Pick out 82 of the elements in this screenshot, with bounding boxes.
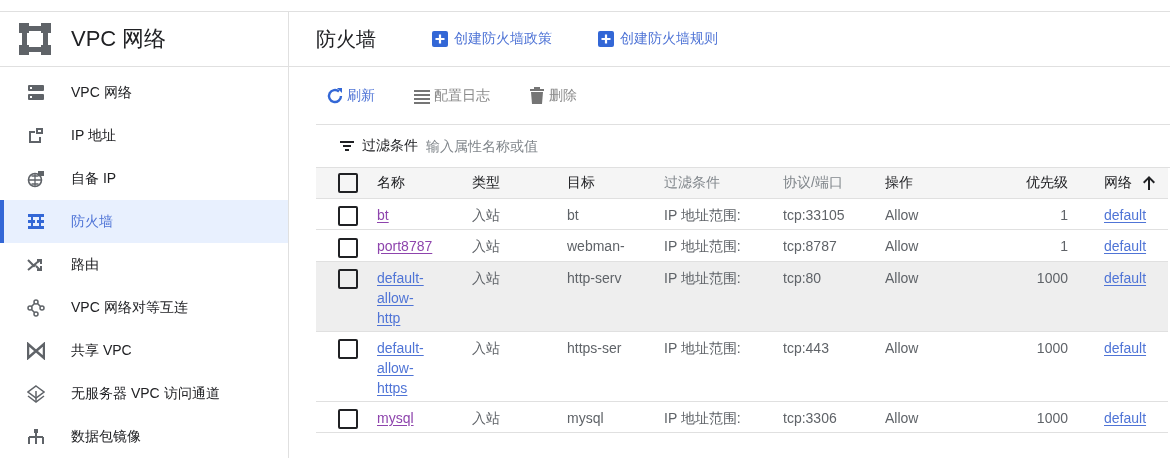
sidebar-item[interactable]: 共享 VPC	[0, 329, 288, 372]
table-cell: 1000	[980, 261, 1090, 332]
sidebar-item[interactable]: 数据包镜像	[0, 415, 288, 458]
network-link[interactable]: default	[1104, 337, 1162, 358]
trash-icon	[528, 87, 546, 105]
create-button[interactable]: 创建防火墙政策	[432, 30, 552, 48]
refresh-button[interactable]: 刷新	[326, 87, 375, 105]
column-header[interactable]: 网络	[1090, 168, 1168, 199]
table-cell: 入站	[472, 229, 567, 262]
table-cell: Allow	[885, 331, 980, 402]
rule-name-link[interactable]: port8787	[377, 236, 435, 257]
table-cell: tcp:33105	[783, 198, 885, 230]
table-cell: IP 地址范围:	[664, 331, 783, 402]
column-header: 操作	[885, 168, 980, 199]
rule-name-link[interactable]: default-allow-https	[377, 337, 435, 398]
column-header: 优先级	[980, 168, 1090, 199]
table-cell: bt	[567, 198, 664, 230]
table-cell: tcp:80	[783, 261, 885, 332]
plus-square-icon	[598, 31, 614, 47]
table-cell: 1000	[980, 331, 1090, 402]
layered-diamond-icon	[27, 384, 45, 403]
lines-icon	[413, 87, 431, 105]
network-link[interactable]: default	[1104, 407, 1162, 428]
table-cell: tcp:8787	[783, 229, 885, 262]
server-stack-icon	[27, 83, 45, 102]
bowtie-icon	[27, 341, 45, 360]
table-cell: http-serv	[567, 261, 664, 332]
create-button[interactable]: 创建防火墙规则	[598, 30, 718, 48]
select-all-checkbox[interactable]	[338, 173, 358, 193]
column-header: 协议/端口	[783, 168, 885, 199]
table-cell: https-ser	[567, 331, 664, 402]
globe-icon	[27, 169, 45, 188]
table-cell: 入站	[472, 331, 567, 402]
rule-name-link[interactable]: mysql	[377, 407, 435, 428]
table-cell: 入站	[472, 261, 567, 332]
sidebar-item[interactable]: 防火墙	[0, 200, 288, 243]
rule-name-link[interactable]: bt	[377, 205, 435, 225]
column-header: 目标	[567, 168, 664, 199]
table-cell: webman-	[567, 229, 664, 262]
table-cell: tcp:3306	[783, 401, 885, 433]
table-cell: Allow	[885, 198, 980, 230]
table-cell: 入站	[472, 401, 567, 433]
filter-field[interactable]: 输入属性名称或值	[426, 138, 726, 154]
ip-address-icon	[27, 126, 45, 145]
sidebar-item[interactable]: IP 地址	[0, 114, 288, 157]
network-link[interactable]: default	[1104, 236, 1162, 257]
table-cell: 1	[980, 229, 1090, 262]
sidebar-item[interactable]: 路由	[0, 243, 288, 286]
sidebar-item[interactable]: 无服务器 VPC 访问通道	[0, 372, 288, 415]
column-header: 类型	[472, 168, 567, 199]
connected-nodes-icon	[27, 298, 45, 317]
row-checkbox[interactable]	[338, 237, 358, 258]
table-cell: 1	[980, 198, 1090, 230]
sidebar-item[interactable]: 自备 IP	[0, 157, 288, 200]
row-checkbox[interactable]	[338, 206, 358, 227]
table-cell: tcp:443	[783, 331, 885, 402]
table-cell: Allow	[885, 401, 980, 433]
table-cell: 1000	[980, 401, 1090, 433]
sidebar-item[interactable]: VPC 网络对等互连	[0, 286, 288, 329]
network-link[interactable]: default	[1104, 205, 1162, 225]
table-cell: mysql	[567, 401, 664, 433]
row-checkbox[interactable]	[338, 408, 358, 429]
row-checkbox[interactable]	[338, 268, 358, 289]
brick-wall-icon	[27, 212, 45, 231]
sidebar-item[interactable]: VPC 网络	[0, 71, 288, 114]
refresh-icon	[326, 87, 344, 105]
column-header: 名称	[377, 168, 472, 199]
filter-icon	[340, 140, 354, 152]
column-header: 过滤条件	[664, 168, 783, 199]
table-cell: IP 地址范围:	[664, 261, 783, 332]
mirror-nodes-icon	[27, 427, 45, 446]
table-cell: Allow	[885, 261, 980, 332]
table-cell: IP 地址范围:	[664, 229, 783, 262]
row-checkbox[interactable]	[338, 338, 358, 359]
page-title: 防火墙	[316, 26, 376, 52]
table-cell: Allow	[885, 229, 980, 262]
table-cell: IP 地址范围:	[664, 401, 783, 433]
filter-label: 过滤条件	[362, 137, 418, 155]
table-cell: 入站	[472, 198, 567, 230]
product-title: VPC 网络	[71, 25, 167, 53]
table-cell: IP 地址范围:	[664, 198, 783, 230]
plus-square-icon	[432, 31, 448, 47]
